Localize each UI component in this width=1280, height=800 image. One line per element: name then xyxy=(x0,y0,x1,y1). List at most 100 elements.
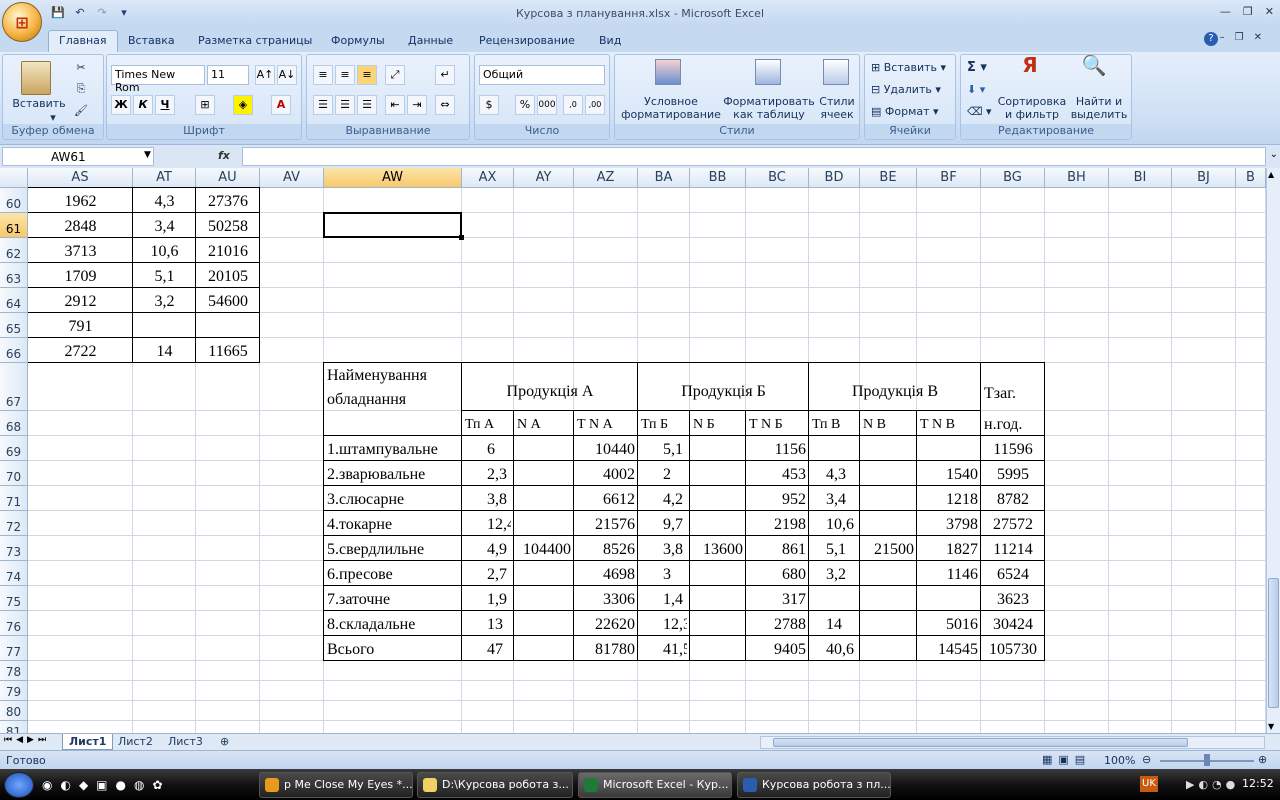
column-header[interactable]: BH xyxy=(1045,168,1109,188)
left-table-cell[interactable]: 14 xyxy=(136,343,193,361)
data-cell[interactable]: 3798 xyxy=(920,516,978,534)
merge-center-icon[interactable]: ⇔ xyxy=(435,95,455,115)
data-cell[interactable]: 1540 xyxy=(920,466,978,484)
sheet-nav-arrows[interactable]: ⏮◀▶⏭ xyxy=(4,735,50,745)
product-b-header[interactable]: Продукція Б xyxy=(641,383,806,401)
data-cell[interactable]: 6612 xyxy=(577,491,635,509)
row-header[interactable]: 69 xyxy=(0,436,28,461)
zoom-level[interactable]: 100% xyxy=(1104,754,1135,767)
left-table-cell[interactable]: 3713 xyxy=(31,243,130,261)
data-cell[interactable]: 3,2 xyxy=(812,566,857,584)
data-cell[interactable]: 3 xyxy=(641,566,687,584)
column-header[interactable]: AZ xyxy=(574,168,638,188)
subheader-cell[interactable]: Т N В xyxy=(920,416,978,434)
data-cell[interactable]: 27572 xyxy=(984,516,1042,534)
data-cell[interactable]: 453 xyxy=(749,466,806,484)
left-table-cell[interactable]: 11665 xyxy=(199,343,257,361)
tab-formulas[interactable]: Формулы xyxy=(331,34,385,47)
format-cells-button[interactable]: ▤ Формат ▾ xyxy=(871,105,939,118)
cell-styles-button[interactable]: Стили ячеек xyxy=(815,95,859,121)
subheader-cell[interactable]: N В xyxy=(863,416,914,434)
row-label-cell[interactable]: 6.пресове xyxy=(327,566,459,584)
name-box-dropdown-icon[interactable]: ▼ xyxy=(144,150,151,160)
column-header[interactable]: AU xyxy=(196,168,260,188)
data-cell[interactable]: 12,4 xyxy=(465,516,511,534)
row-header[interactable]: 74 xyxy=(0,561,28,586)
column-header[interactable]: BF xyxy=(917,168,981,188)
left-table-cell[interactable]: 2912 xyxy=(31,293,130,311)
data-cell[interactable]: 3623 xyxy=(984,591,1042,609)
zoom-in-icon[interactable]: ⊕ xyxy=(1258,753,1267,766)
tab-review[interactable]: Рецензирование xyxy=(479,34,575,47)
row-header[interactable]: 73 xyxy=(0,536,28,561)
wrap-text-icon[interactable]: ↵ xyxy=(435,65,455,85)
left-table-cell[interactable]: 27376 xyxy=(199,193,257,211)
data-cell[interactable]: 11214 xyxy=(984,541,1042,559)
data-cell[interactable]: 2788 xyxy=(749,616,806,634)
data-cell[interactable]: 9405 xyxy=(749,641,806,659)
column-header[interactable]: AS xyxy=(28,168,133,188)
tab-data[interactable]: Данные xyxy=(408,34,453,47)
data-cell[interactable]: 5016 xyxy=(920,616,978,634)
column-header[interactable]: BC xyxy=(746,168,809,188)
data-cell[interactable]: 1,4 xyxy=(641,591,687,609)
expand-formula-bar-icon[interactable]: ⌄ xyxy=(1270,149,1278,160)
row-header[interactable]: 60 xyxy=(0,188,28,213)
column-header[interactable]: BB xyxy=(690,168,746,188)
grow-font-icon[interactable]: A↑ xyxy=(255,65,275,85)
left-table-cell[interactable]: 1962 xyxy=(31,193,130,211)
data-cell[interactable]: 47 xyxy=(465,641,511,659)
data-cell[interactable]: 4,9 xyxy=(465,541,511,559)
view-buttons[interactable]: ▦▣▤ xyxy=(1042,753,1091,766)
sheet-tab-3[interactable]: Лист3 xyxy=(162,734,209,750)
data-cell[interactable]: 21576 xyxy=(577,516,635,534)
sheet-tab-1[interactable]: Лист1 xyxy=(62,734,114,750)
horizontal-scrollbar[interactable] xyxy=(760,736,1265,749)
subheader-cell[interactable]: N А xyxy=(517,416,571,434)
zoom-slider-thumb[interactable] xyxy=(1204,754,1210,766)
data-cell[interactable]: 11596 xyxy=(984,441,1042,459)
data-cell[interactable]: 317 xyxy=(749,591,806,609)
row-header[interactable]: 67 xyxy=(0,363,28,411)
table-header-name[interactable]: обладнання xyxy=(327,391,459,409)
column-header[interactable]: AW xyxy=(324,168,462,188)
column-header[interactable]: AV xyxy=(260,168,324,188)
data-cell[interactable]: 21500 xyxy=(863,541,914,559)
align-middle-icon[interactable]: ≡ xyxy=(335,65,355,85)
data-cell[interactable]: 4698 xyxy=(577,566,635,584)
borders-icon[interactable]: ⊞ xyxy=(195,95,215,115)
start-button[interactable] xyxy=(4,772,34,798)
font-color-icon[interactable]: A xyxy=(271,95,291,115)
data-cell[interactable]: 861 xyxy=(749,541,806,559)
data-cell[interactable]: 105730 xyxy=(984,641,1042,659)
data-cell[interactable]: 680 xyxy=(749,566,806,584)
data-cell[interactable]: 14 xyxy=(812,616,857,634)
row-header[interactable]: 80 xyxy=(0,701,28,721)
row-header[interactable]: 75 xyxy=(0,586,28,611)
row-header[interactable]: 61 xyxy=(0,213,28,238)
shrink-font-icon[interactable]: A↓ xyxy=(277,65,297,85)
decrease-indent-icon[interactable]: ⇤ xyxy=(385,95,405,115)
data-cell[interactable]: 22620 xyxy=(577,616,635,634)
formula-input[interactable] xyxy=(242,147,1266,166)
data-cell[interactable]: 952 xyxy=(749,491,806,509)
column-header[interactable]: BJ xyxy=(1172,168,1236,188)
row-header[interactable]: 63 xyxy=(0,263,28,288)
row-header[interactable]: 62 xyxy=(0,238,28,263)
total-header[interactable]: Тзаг. xyxy=(984,385,1042,403)
data-cell[interactable]: 10440 xyxy=(577,441,635,459)
clear-icon[interactable]: ⌫ ▾ xyxy=(967,105,992,118)
row-label-cell[interactable]: 4.токарне xyxy=(327,516,459,534)
data-cell[interactable]: 3,4 xyxy=(812,491,857,509)
row-header[interactable]: 70 xyxy=(0,461,28,486)
table-header-name[interactable]: Найменування xyxy=(327,367,459,385)
insert-sheet-icon[interactable]: ⊕ xyxy=(214,734,235,750)
scroll-up-icon[interactable]: ▲ xyxy=(1268,170,1274,179)
underline-button[interactable]: Ч xyxy=(155,95,175,115)
data-cell[interactable]: 5,1 xyxy=(641,441,687,459)
data-cell[interactable]: 3,8 xyxy=(465,491,511,509)
insert-cells-button[interactable]: ⊞ Вставить ▾ xyxy=(871,61,946,74)
row-label-cell[interactable]: Всього xyxy=(327,641,459,659)
font-size-select[interactable]: 11 xyxy=(207,65,249,85)
office-button[interactable]: ⊞ xyxy=(2,2,42,42)
